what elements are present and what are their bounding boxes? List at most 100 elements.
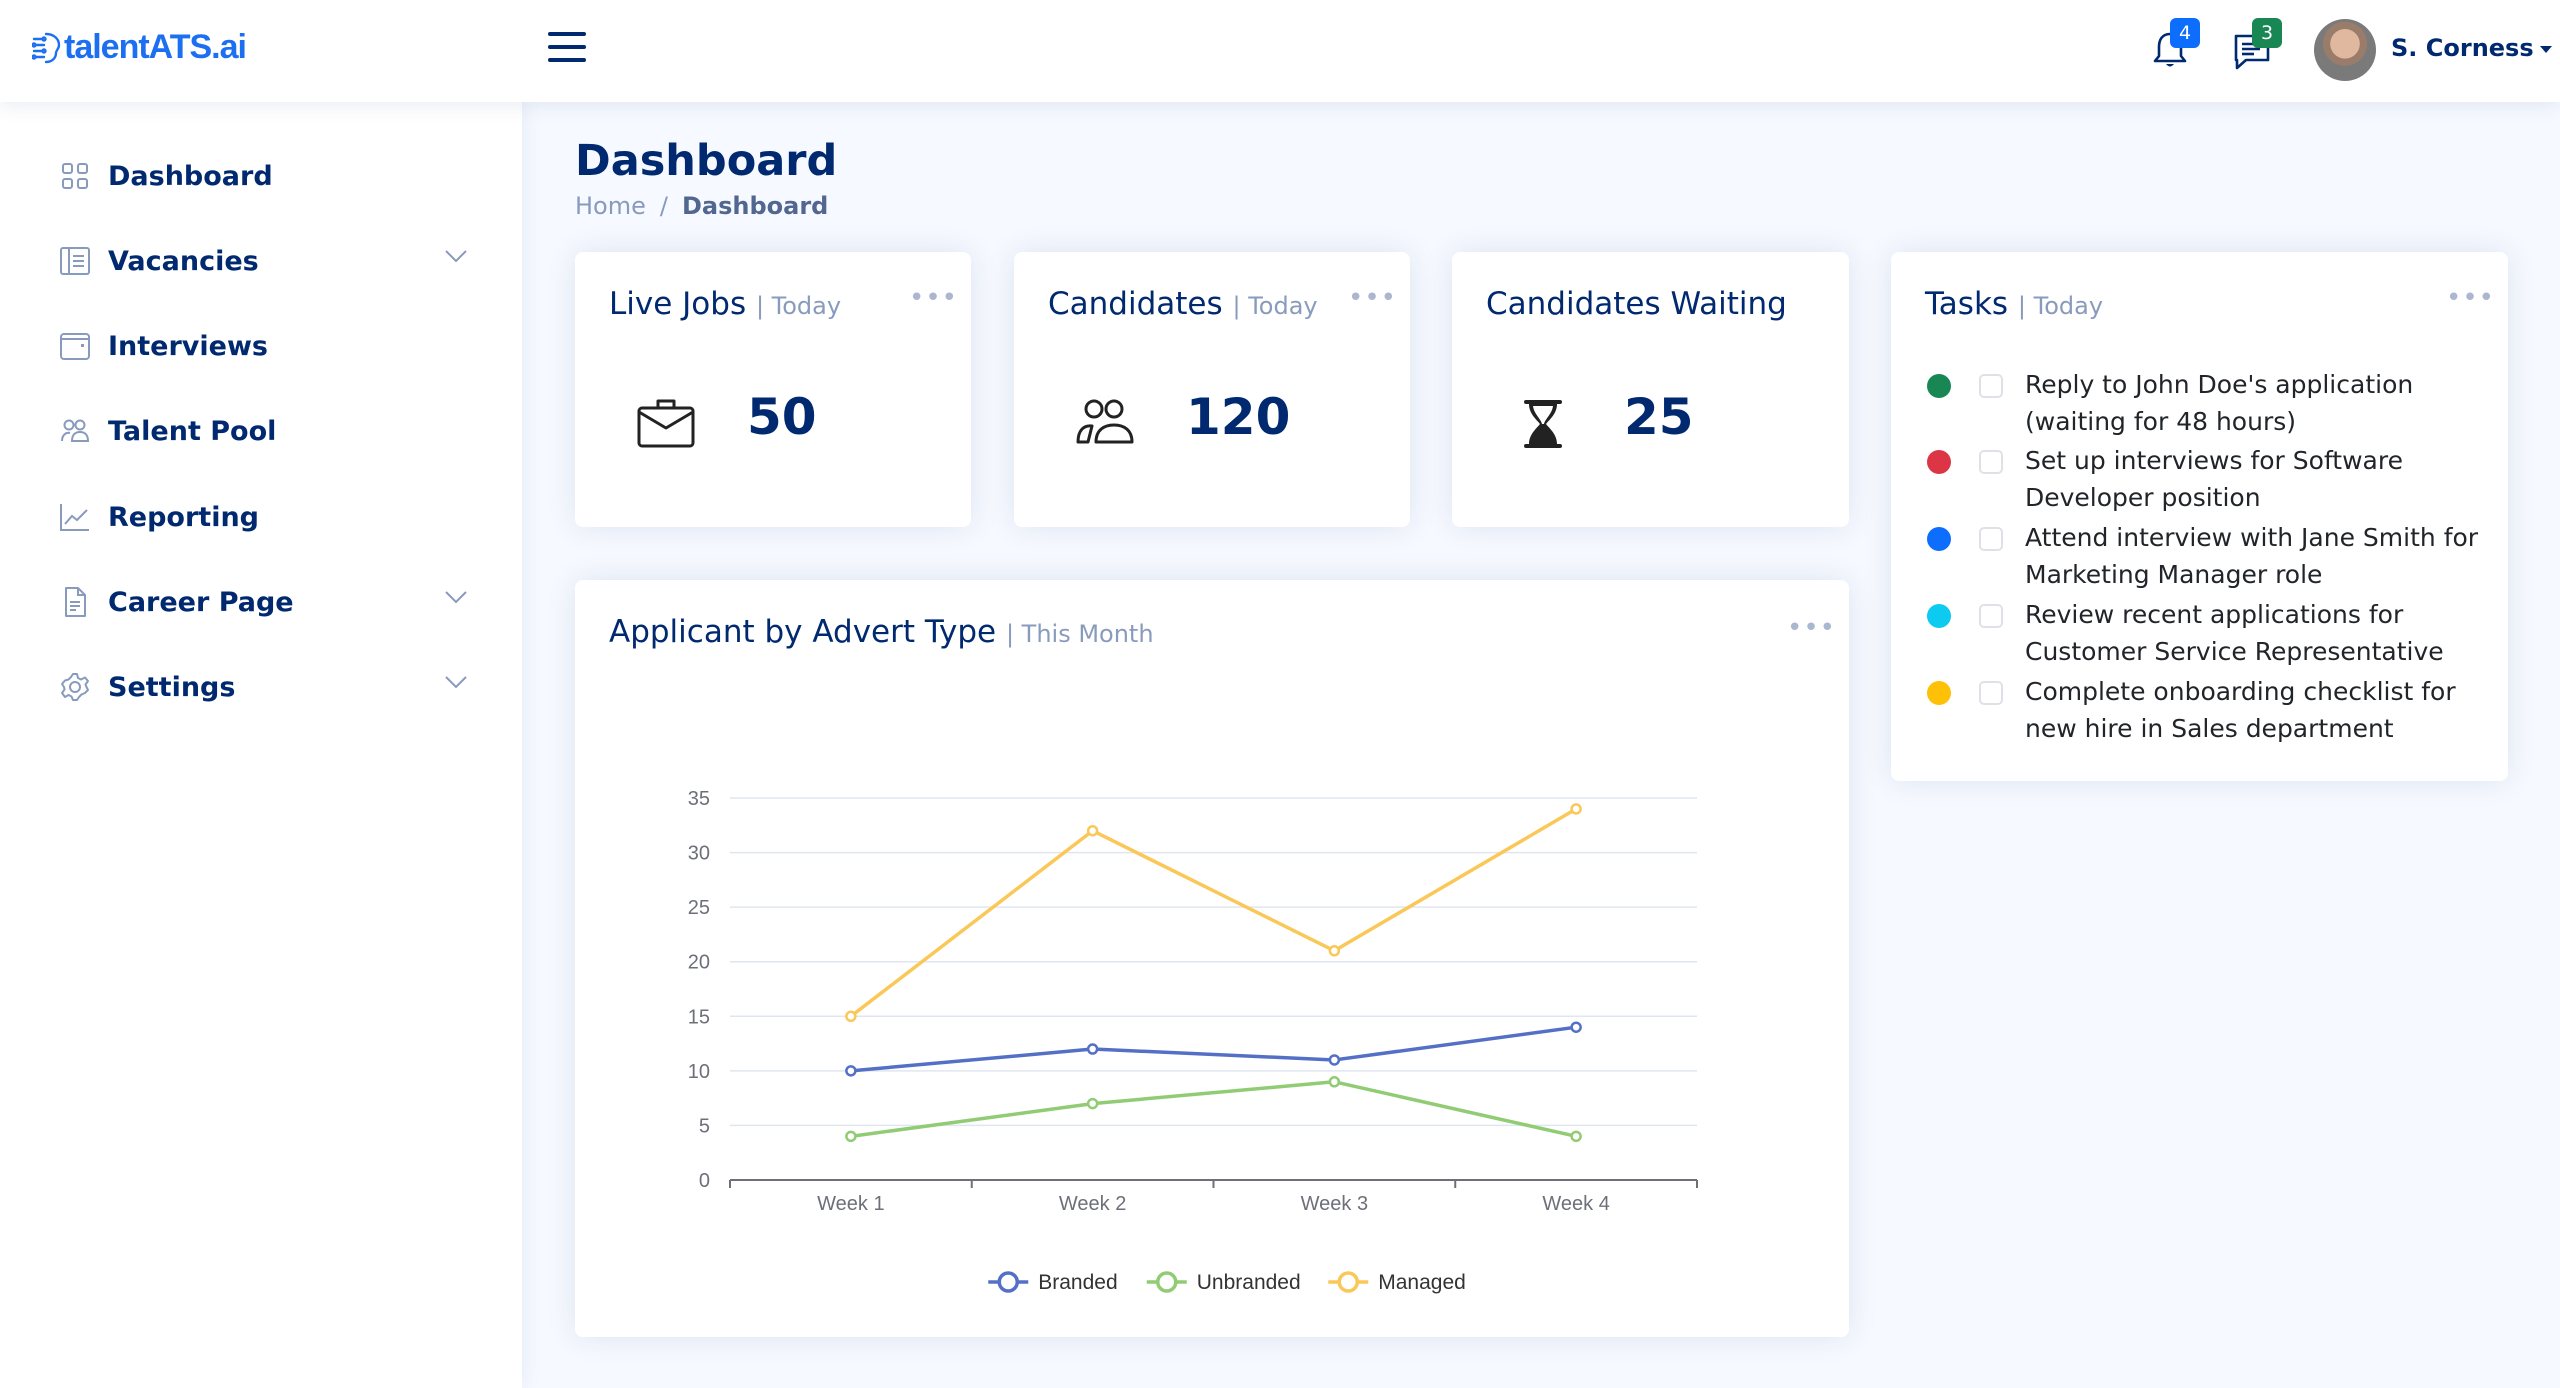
y-tick-label: 10 [688, 1061, 710, 1083]
sidebar-item-talent-pool[interactable]: Talent Pool [58, 403, 468, 459]
data-point-branded [1570, 1021, 1582, 1033]
data-point-branded [1328, 1054, 1341, 1066]
card-options-button[interactable]: ••• [2446, 285, 2495, 311]
y-tick-label: 0 [699, 1170, 710, 1192]
x-tick-label: Week 3 [1301, 1193, 1368, 1215]
three-dots-icon: ••• [1348, 283, 1398, 313]
candidates-waiting-value: 25 [1624, 388, 1694, 446]
legend-label: Managed [1378, 1271, 1466, 1294]
card-title-text: Tasks [1925, 286, 2009, 322]
task-checkbox[interactable] [1979, 527, 2003, 551]
people-icon [1076, 399, 1134, 444]
notifications-badge: 4 [2170, 18, 2200, 48]
candidates-waiting-card: Candidates Waiting 25 [1452, 252, 1849, 527]
top-header: talentATS.ai 4 3 S. Corness [0, 0, 2560, 102]
sidebar-item-label: Interviews [108, 330, 268, 362]
data-point-managed [1328, 945, 1341, 957]
chevron-down-icon [445, 591, 467, 604]
legend-swatch-marker [997, 1271, 1019, 1293]
data-point-branded [845, 1065, 857, 1077]
series-line-managed [849, 807, 1578, 1018]
data-point-unbranded [1328, 1076, 1341, 1088]
y-tick-label: 20 [688, 952, 710, 974]
task-item: Complete onboarding checklist for new hi… [1927, 673, 2495, 747]
logo-text: talentATS.ai [64, 28, 247, 66]
candidates-value: 120 [1186, 388, 1291, 446]
card-title: Live Jobs | Today [609, 286, 841, 322]
series-line-branded [850, 1025, 1577, 1073]
breadcrumb-home-link[interactable]: Home [575, 192, 646, 220]
card-period: | Today [755, 292, 842, 320]
live-jobs-value: 50 [747, 388, 817, 446]
legend-swatch-marker [1337, 1271, 1359, 1293]
sidebar-item-label: Vacancies [108, 245, 259, 277]
x-tick-label: Week 2 [1059, 1193, 1126, 1215]
menu-toggle-button[interactable] [548, 32, 586, 66]
sidebar-item-settings[interactable]: Settings [58, 659, 468, 715]
sidebar-item-dashboard[interactable]: Dashboard [58, 148, 468, 204]
notifications-button[interactable]: 4 [2148, 18, 2200, 72]
task-checkbox[interactable] [1979, 681, 2003, 705]
task-checkbox[interactable] [1979, 450, 2003, 474]
user-avatar[interactable] [2314, 19, 2376, 81]
messages-badge: 3 [2252, 18, 2282, 48]
chevron-down-icon [445, 676, 467, 689]
task-item: Reply to John Doe's application (waiting… [1927, 366, 2495, 440]
task-checkbox[interactable] [1979, 374, 2003, 398]
sidebar-item-vacancies[interactable]: Vacancies [58, 233, 468, 289]
data-point-unbranded [845, 1130, 857, 1143]
sidebar-item-label: Career Page [108, 586, 294, 618]
y-tick-label: 15 [688, 1006, 710, 1028]
messages-button[interactable]: 3 [2230, 18, 2282, 72]
card-title: Candidates | Today [1048, 286, 1318, 322]
grid-icon [58, 159, 92, 193]
file-text-icon [58, 585, 92, 619]
data-point-managed [845, 1010, 857, 1023]
y-tick-label: 25 [688, 897, 710, 919]
caret-down-icon [2539, 45, 2552, 53]
task-checkbox[interactable] [1979, 604, 2003, 628]
task-status-dot [1927, 374, 1951, 398]
sidebar-item-label: Settings [108, 671, 236, 703]
y-tick-label: 30 [688, 843, 710, 865]
user-name: S. Corness [2391, 34, 2534, 62]
legend-swatch-marker [1156, 1271, 1178, 1293]
sidebar-item-reporting[interactable]: Reporting [58, 489, 468, 545]
data-point-managed [1086, 824, 1099, 837]
page-title: Dashboard [575, 136, 838, 186]
series-line-unbranded [850, 1080, 1577, 1139]
card-period: | Today [2017, 292, 2104, 320]
task-text: Set up interviews for Software Developer… [2025, 446, 2403, 512]
task-text: Complete onboarding checklist for new hi… [2025, 677, 2456, 743]
y-tick-label: 35 [688, 788, 710, 810]
breadcrumb-separator: / [659, 192, 668, 220]
sidebar-item-interviews[interactable]: Interviews [58, 318, 468, 374]
chevron-down-icon [445, 250, 467, 263]
graph-up-icon [58, 500, 92, 534]
card-title: Tasks | Today [1925, 286, 2103, 322]
three-dots-icon: ••• [909, 283, 959, 313]
candidates-card: Candidates | Today ••• 120 [1014, 252, 1410, 527]
x-tick-label: Week 1 [817, 1193, 884, 1215]
live-jobs-card: Live Jobs | Today ••• 50 [575, 252, 971, 527]
hamburger-line [548, 45, 586, 49]
breadcrumb: Home / Dashboard [575, 192, 828, 220]
task-text: Attend interview with Jane Smith for Mar… [2025, 523, 2479, 589]
sidebar-item-career-page[interactable]: Career Page [58, 574, 468, 630]
card-title-text: Live Jobs [609, 286, 747, 322]
logo[interactable]: talentATS.ai [32, 28, 247, 67]
line-chart: 0 5 10 15 20 25 30 35 Week 1 Week 2 Week 3 Week 4 Br… [688, 788, 1698, 1294]
task-status-dot [1927, 681, 1951, 705]
task-item: Set up interviews for Software Developer… [1927, 442, 2495, 516]
legend-label: Branded [1038, 1271, 1117, 1294]
task-item: Review recent applications for Customer … [1927, 596, 2495, 670]
tasks-card: Tasks | Today ••• Reply to John Doe's ap… [1891, 252, 2508, 781]
card-options-button[interactable]: ••• [909, 285, 958, 311]
card-options-button[interactable]: ••• [1348, 285, 1397, 311]
y-tick-label: 5 [699, 1115, 710, 1137]
task-status-dot [1927, 604, 1951, 628]
hamburger-icon [548, 32, 586, 36]
user-menu-toggle[interactable]: S. Corness [2391, 34, 2552, 62]
people-icon [58, 414, 92, 448]
brain-circuit-icon [32, 32, 61, 63]
